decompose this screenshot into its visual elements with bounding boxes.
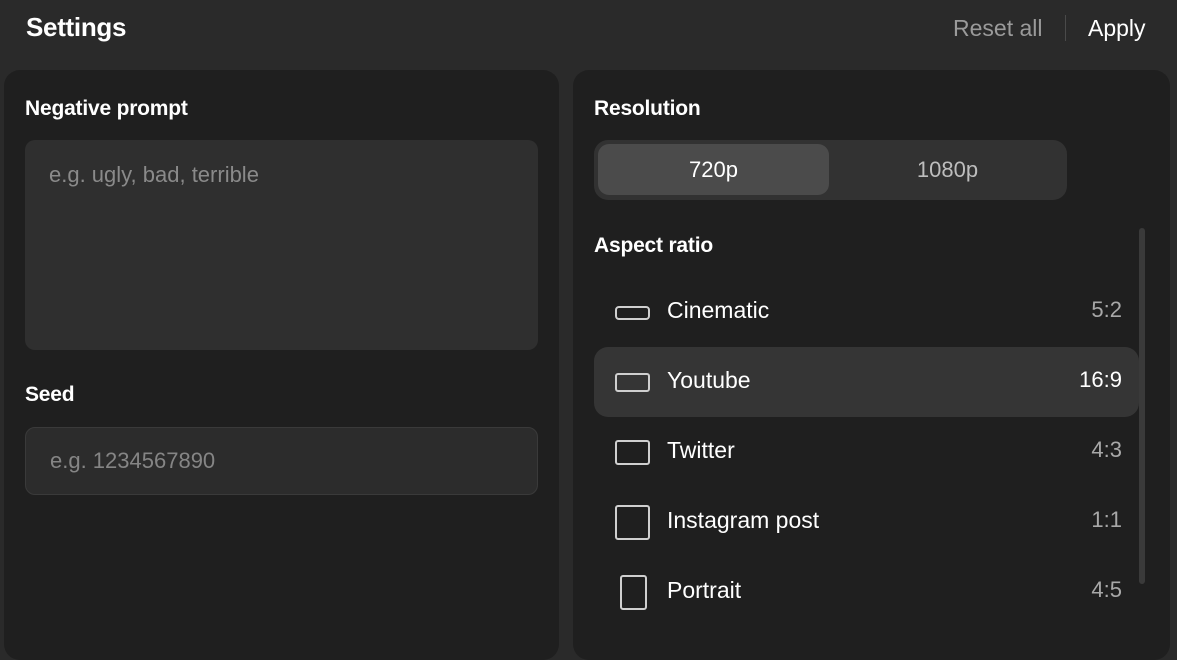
aspect-ratio-name: Portrait — [667, 577, 742, 603]
aspect-ratio-name: Twitter — [667, 437, 735, 463]
aspect-ratio-item-youtube[interactable]: Youtube 16:9 — [594, 347, 1139, 417]
widescreen-ratio-icon — [615, 373, 650, 392]
header-divider — [1065, 15, 1066, 41]
aspect-ratio-item-cinematic[interactable]: Cinematic 5:2 — [594, 277, 1139, 347]
aspect-ratio-value: 4:3 — [1091, 437, 1122, 462]
aspect-ratio-value: 16:9 — [1079, 367, 1122, 392]
aspect-ratio-value: 5:2 — [1091, 297, 1122, 322]
resolution-segmented-control: 720p 1080p — [594, 140, 1067, 200]
portrait-ratio-icon — [620, 575, 647, 610]
seed-label: Seed — [25, 383, 75, 406]
aspect-ratio-scrollbar[interactable] — [1139, 228, 1145, 584]
aspect-ratio-name: Youtube — [667, 367, 751, 393]
right-panel: Resolution 720p 1080p Aspect ratio Cinem… — [573, 70, 1170, 660]
apply-button[interactable]: Apply — [1088, 15, 1146, 42]
resolution-option-720p[interactable]: 720p — [598, 144, 829, 195]
aspect-ratio-item-twitter[interactable]: Twitter 4:3 — [594, 417, 1139, 487]
aspect-ratio-item-instagram-post[interactable]: Instagram post 1:1 — [594, 487, 1139, 557]
settings-header: Settings Reset all Apply — [0, 0, 1177, 64]
cinematic-ratio-icon — [615, 306, 650, 320]
square-ratio-icon — [615, 505, 650, 540]
standard-ratio-icon — [615, 440, 650, 465]
aspect-ratio-item-portrait[interactable]: Portrait 4:5 — [594, 557, 1139, 627]
aspect-ratio-value: 4:5 — [1091, 577, 1122, 602]
aspect-ratio-label: Aspect ratio — [594, 234, 713, 257]
resolution-label: Resolution — [594, 97, 701, 120]
aspect-ratio-value: 1:1 — [1091, 507, 1122, 532]
resolution-option-1080p[interactable]: 1080p — [832, 144, 1063, 195]
aspect-ratio-name: Instagram post — [667, 507, 820, 533]
seed-input[interactable]: e.g. 1234567890 — [25, 427, 538, 495]
negative-prompt-textarea[interactable]: e.g. ugly, bad, terrible — [25, 140, 538, 350]
reset-all-button[interactable]: Reset all — [953, 15, 1042, 42]
aspect-ratio-name: Cinematic — [667, 297, 770, 323]
left-panel: Negative prompt e.g. ugly, bad, terrible… — [4, 70, 559, 660]
negative-prompt-label: Negative prompt — [25, 97, 188, 120]
page-title: Settings — [26, 12, 127, 42]
